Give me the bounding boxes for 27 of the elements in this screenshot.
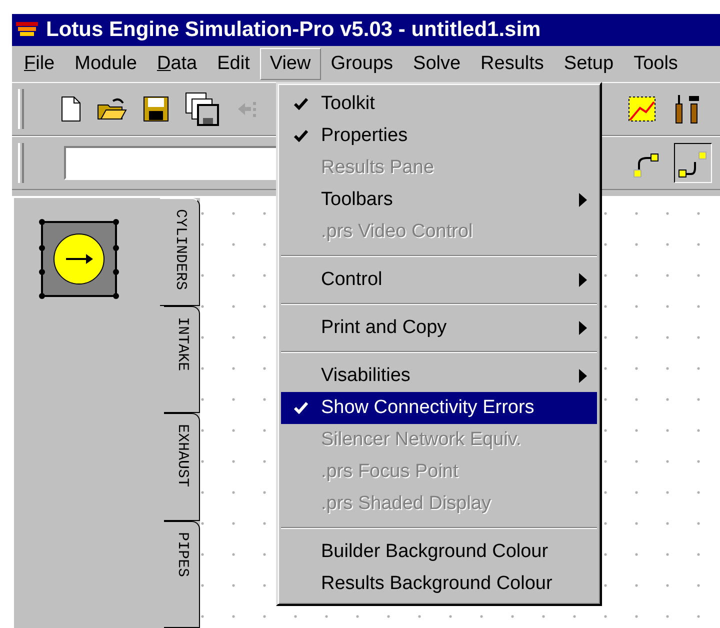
menu-item[interactable]: Solve xyxy=(403,48,471,80)
menu-item[interactable]: Results xyxy=(470,48,554,80)
connector-icon[interactable] xyxy=(674,143,712,183)
menu-item[interactable]: Builder Background Colour xyxy=(281,536,597,568)
menu-item[interactable]: Setup xyxy=(554,48,624,80)
menu-item[interactable]: Edit xyxy=(207,48,260,80)
menu-item[interactable]: Toolkit xyxy=(281,88,597,120)
window-title: Lotus Engine Simulation-Pro v5.03 - untitled1.sim xyxy=(46,17,541,44)
menu-item[interactable]: Tools xyxy=(624,48,688,80)
menu-item[interactable]: Properties xyxy=(281,120,597,152)
menu-item[interactable]: Results Background Colour xyxy=(281,568,597,600)
cylinder-element-icon[interactable] xyxy=(38,218,120,300)
menu-item[interactable]: Groups xyxy=(320,48,404,80)
menu-item[interactable]: Toolbars xyxy=(281,184,597,216)
menu-item[interactable]: Module xyxy=(64,48,147,80)
menu-item[interactable]: Data xyxy=(146,48,208,80)
menu-item[interactable]: File xyxy=(14,48,65,80)
toolkit-tab[interactable]: CYLINDERS xyxy=(160,198,200,306)
menu-item[interactable]: Control xyxy=(281,264,597,296)
menu-item[interactable]: View xyxy=(260,48,321,80)
menu-item[interactable]: Show Connectivity Errors xyxy=(281,392,597,424)
app-logo-icon xyxy=(16,22,38,38)
menu-item[interactable]: Print and Copy xyxy=(281,312,597,344)
menu-item[interactable]: Visabilities xyxy=(281,360,597,392)
toolkit-tab[interactable]: INTAKE xyxy=(164,306,200,413)
toolkit-tab[interactable]: EXHAUST xyxy=(164,413,200,520)
toolkit-tab[interactable]: PIPES xyxy=(164,520,200,628)
